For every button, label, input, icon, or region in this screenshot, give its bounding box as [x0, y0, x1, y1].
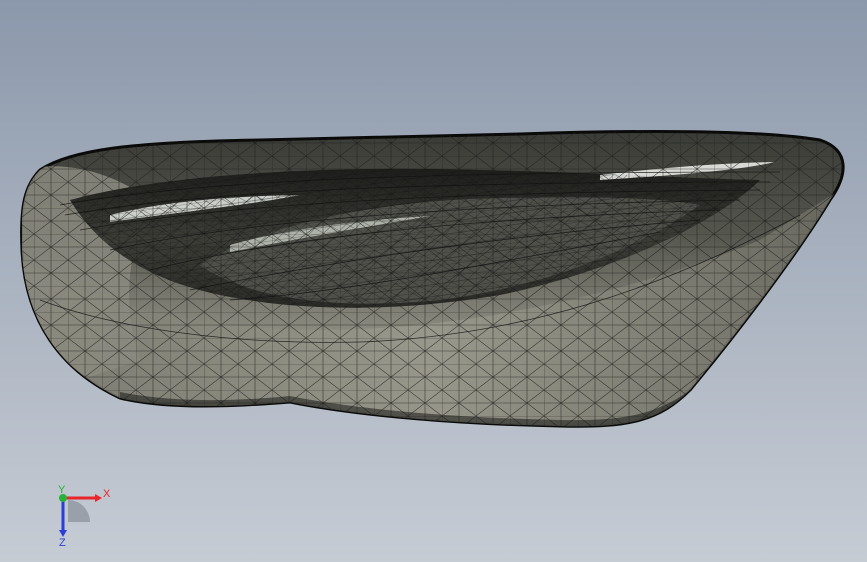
x-axis-arrowhead — [95, 494, 102, 502]
triad-shadow — [68, 500, 90, 522]
z-axis-arrowhead — [59, 530, 67, 537]
z-axis-label: Z — [59, 537, 66, 549]
reference-triad: X Y Z — [58, 484, 111, 549]
mesh-part-body[interactable] — [0, 120, 867, 450]
y-axis-label: Y — [58, 484, 66, 496]
x-axis-label: X — [103, 488, 111, 500]
3d-viewport[interactable]: X Y Z — [0, 0, 867, 562]
